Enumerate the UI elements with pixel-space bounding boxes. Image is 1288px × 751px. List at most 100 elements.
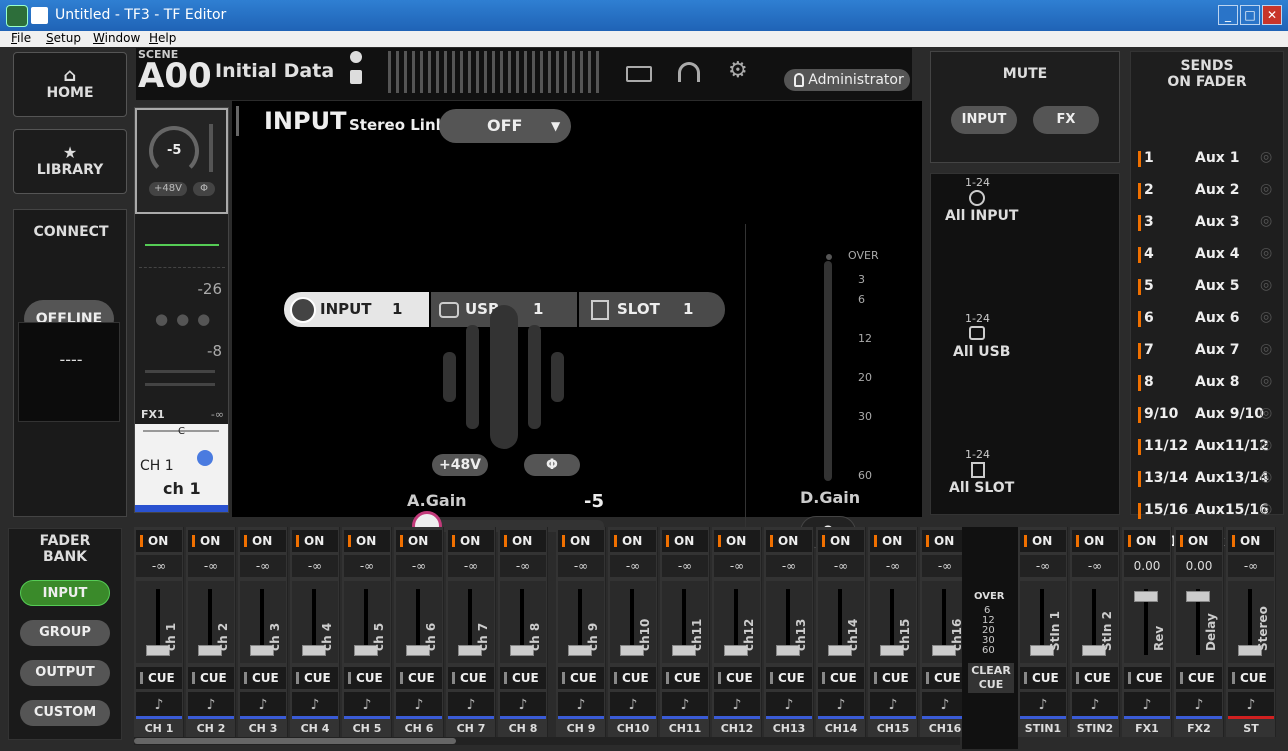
maximize-button[interactable]: □: [1240, 5, 1260, 25]
fader-level[interactable]: -∞: [870, 555, 916, 577]
cue-button[interactable]: CUE: [766, 667, 812, 689]
channel-icon[interactable]: ♪: [396, 692, 442, 719]
source-input-button[interactable]: INPUT 1: [284, 292, 429, 327]
send-item[interactable]: 4 Aux 4 ◎: [1138, 241, 1278, 269]
bank-group-button[interactable]: GROUP: [20, 620, 110, 646]
fader-level[interactable]: -∞: [1020, 555, 1066, 577]
send-toggle-icon[interactable]: ◎: [1260, 405, 1272, 421]
fader-level[interactable]: -∞: [766, 555, 812, 577]
send-item[interactable]: 5 Aux 5 ◎: [1138, 273, 1278, 301]
on-button[interactable]: ON: [240, 530, 286, 552]
channel-icon[interactable]: ♪: [766, 692, 812, 719]
menu-file[interactable]: File: [11, 31, 31, 45]
strip-scrollbar[interactable]: [134, 737, 960, 745]
clear-cue-button[interactable]: CLEAR CUE: [968, 663, 1014, 693]
send-toggle-icon[interactable]: ◎: [1260, 373, 1272, 389]
send-toggle-icon[interactable]: ◎: [1260, 341, 1272, 357]
menu-help[interactable]: Help: [149, 31, 176, 45]
channel-icon[interactable]: ♪: [344, 692, 390, 719]
send-toggle-icon[interactable]: ◎: [1260, 245, 1272, 261]
fader-level[interactable]: -∞: [558, 555, 604, 577]
cue-button[interactable]: CUE: [662, 667, 708, 689]
on-button[interactable]: ON: [344, 530, 390, 552]
fader-knob[interactable]: [1134, 591, 1158, 602]
fx-send-slider[interactable]: [145, 370, 215, 386]
send-toggle-icon[interactable]: ◎: [1260, 469, 1272, 485]
on-button[interactable]: ON: [1072, 530, 1118, 552]
strip-scroll-thumb[interactable]: [134, 738, 456, 744]
on-button[interactable]: ON: [662, 530, 708, 552]
send-toggle-icon[interactable]: ◎: [1260, 501, 1272, 517]
menu-window[interactable]: Window: [93, 31, 140, 45]
channel-icon[interactable]: ♪: [610, 692, 656, 719]
send-item[interactable]: 8 Aux 8 ◎: [1138, 369, 1278, 397]
home-button[interactable]: ⌂ HOME: [13, 52, 127, 117]
on-button[interactable]: ON: [714, 530, 760, 552]
on-button[interactable]: ON: [396, 530, 442, 552]
channel-icon[interactable]: ♪: [870, 692, 916, 719]
cue-button[interactable]: CUE: [292, 667, 338, 689]
on-button[interactable]: ON: [766, 530, 812, 552]
on-button[interactable]: ON: [870, 530, 916, 552]
on-button[interactable]: ON: [500, 530, 546, 552]
cue-button[interactable]: CUE: [448, 667, 494, 689]
cue-button[interactable]: CUE: [136, 667, 182, 689]
send-item[interactable]: 11/12 Aux11/12 ◎: [1138, 433, 1278, 461]
fader-level[interactable]: 0.00: [1176, 555, 1222, 577]
phase-button[interactable]: Φ: [524, 454, 580, 476]
cue-button[interactable]: CUE: [1072, 667, 1118, 689]
gear-icon[interactable]: ⚙: [728, 60, 748, 82]
fader-level[interactable]: -∞: [396, 555, 442, 577]
channel-icon[interactable]: ♪: [1176, 692, 1222, 719]
channel-icon[interactable]: ♪: [500, 692, 546, 719]
channel-icon[interactable]: ♪: [1020, 692, 1066, 719]
mute-fx-button[interactable]: FX: [1033, 106, 1099, 134]
fader-level[interactable]: -∞: [188, 555, 234, 577]
send-item[interactable]: 3 Aux 3 ◎: [1138, 209, 1278, 237]
channel-icon[interactable]: ♪: [448, 692, 494, 719]
on-button[interactable]: ON: [610, 530, 656, 552]
user-button[interactable]: Administrator: [784, 69, 910, 91]
all-slot-button[interactable]: 1-24 All SLOT: [931, 446, 1031, 506]
channel-icon[interactable]: ♪: [1072, 692, 1118, 719]
channel-icon[interactable]: ♪: [240, 692, 286, 719]
phantom-button[interactable]: +48V: [432, 454, 488, 476]
send-item[interactable]: 7 Aux 7 ◎: [1138, 337, 1278, 365]
send-toggle-icon[interactable]: ◎: [1260, 277, 1272, 293]
all-usb-button[interactable]: 1-24 All USB: [931, 310, 1031, 370]
fader-knob[interactable]: [1186, 591, 1210, 602]
on-button[interactable]: ON: [1020, 530, 1066, 552]
library-button[interactable]: ★ LIBRARY: [13, 129, 127, 194]
recorder-icon[interactable]: [626, 66, 652, 82]
cue-button[interactable]: CUE: [714, 667, 760, 689]
send-item[interactable]: 6 Aux 6 ◎: [1138, 305, 1278, 333]
on-button[interactable]: ON: [136, 530, 182, 552]
stereo-link-select[interactable]: OFF ▼: [439, 109, 571, 143]
on-button[interactable]: ON: [1228, 530, 1274, 552]
eq-thumb[interactable]: [139, 226, 225, 268]
cue-button[interactable]: CUE: [818, 667, 864, 689]
window-menu-icon[interactable]: [31, 7, 48, 24]
channel-icon[interactable]: ♪: [188, 692, 234, 719]
channel-icon[interactable]: ♪: [1124, 692, 1170, 719]
send-toggle-icon[interactable]: ◎: [1260, 181, 1272, 197]
channel-icon[interactable]: ♪: [558, 692, 604, 719]
fader-level[interactable]: -∞: [1072, 555, 1118, 577]
send-item[interactable]: 1 Aux 1 ◎: [1138, 145, 1278, 173]
fader-level[interactable]: -∞: [662, 555, 708, 577]
all-input-button[interactable]: 1-24 All INPUT: [931, 174, 1031, 234]
send-item[interactable]: 2 Aux 2 ◎: [1138, 177, 1278, 205]
fader-level[interactable]: -∞: [448, 555, 494, 577]
mute-input-button[interactable]: INPUT: [951, 106, 1017, 134]
fader-level[interactable]: -∞: [714, 555, 760, 577]
channel-icon[interactable]: ♪: [818, 692, 864, 719]
send-toggle-icon[interactable]: ◎: [1260, 149, 1272, 165]
fader-level[interactable]: -∞: [1228, 555, 1274, 577]
gain-section[interactable]: -5 +48V Φ: [135, 108, 228, 214]
cue-button[interactable]: CUE: [870, 667, 916, 689]
cue-button[interactable]: CUE: [396, 667, 442, 689]
scene-name[interactable]: Initial Data: [215, 60, 334, 82]
fader-level[interactable]: -∞: [344, 555, 390, 577]
lock-icon[interactable]: [350, 70, 362, 84]
cue-button[interactable]: CUE: [610, 667, 656, 689]
